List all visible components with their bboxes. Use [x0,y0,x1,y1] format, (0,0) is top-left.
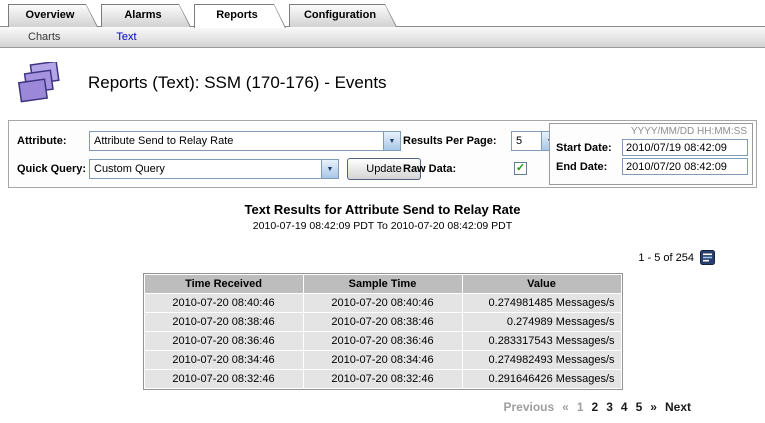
start-date-label: Start Date: [556,142,612,154]
table-row: 2010-07-20 08:36:462010-07-20 08:36:460.… [145,332,621,350]
table-row: 2010-07-20 08:32:462010-07-20 08:32:460.… [145,370,621,388]
report-query-form: Attribute: Attribute Send to Relay Rate … [8,120,757,188]
pagination-page-4[interactable]: 4 [621,400,628,414]
page-title: Reports (Text): SSM (170-176) - Events [88,73,387,93]
sample-time-cell: 2010-07-20 08:40:46 [304,294,462,312]
pagination-page-5[interactable]: 5 [636,400,643,414]
time-received-cell: 2010-07-20 08:40:46 [145,294,303,312]
pagination: Previous « 12345 » Next [0,400,691,414]
attribute-select[interactable]: Attribute Send to Relay Rate ▼ [89,131,401,151]
main-tab-bar: Overview Alarms Reports Configuration [0,0,765,27]
sample-time-cell: 2010-07-20 08:36:46 [304,332,462,350]
attribute-label: Attribute: [17,135,67,147]
end-date-label: End Date: [556,161,607,173]
export-report-icon[interactable] [700,250,715,265]
quick-query-select[interactable]: Custom Query ▼ [89,159,339,179]
results-date-range: 2010-07-19 08:42:09 PDT To 2010-07-20 08… [0,220,765,232]
value-cell: 0.291646426 Messages/s [463,370,621,388]
value-cell: 0.274981485 Messages/s [463,294,621,312]
dropdown-arrow-icon: ▼ [383,132,400,150]
tab-label: Configuration [289,4,397,27]
reports-subnav: Charts Text [0,27,765,48]
date-format-hint: YYYY/MM/DD HH:MM:SS [550,124,752,137]
attribute-select-value: Attribute Send to Relay Rate [90,132,383,150]
pagination-page-3[interactable]: 3 [606,400,613,414]
dropdown-arrow-icon: ▼ [321,160,338,178]
value-cell: 0.274989 Messages/s [463,313,621,331]
col-header-sample-time: Sample Time [304,275,462,293]
results-range-row: 1 - 5 of 254 [0,250,715,265]
tab-configuration[interactable]: Configuration [289,4,397,27]
time-received-cell: 2010-07-20 08:32:46 [145,370,303,388]
pagination-previous: Previous [503,400,554,414]
time-received-cell: 2010-07-20 08:34:46 [145,351,303,369]
tab-label: Overview [8,4,98,27]
page-header: Reports (Text): SSM (170-176) - Events [16,61,765,105]
results-table-body: 2010-07-20 08:40:462010-07-20 08:40:460.… [145,294,621,388]
tab-alarms[interactable]: Alarms [101,4,191,27]
results-table: Time Received Sample Time Value 2010-07-… [143,273,623,390]
date-range-panel: YYYY/MM/DD HH:MM:SS Start Date: End Date… [549,123,753,185]
table-row: 2010-07-20 08:40:462010-07-20 08:40:460.… [145,294,621,312]
pagination-prev-arrow-icon: « [562,400,569,414]
sample-time-cell: 2010-07-20 08:34:46 [304,351,462,369]
reports-stack-icon [16,62,62,104]
tab-label: Reports [194,4,286,27]
value-cell: 0.274982493 Messages/s [463,351,621,369]
table-row: 2010-07-20 08:38:462010-07-20 08:38:460.… [145,313,621,331]
pagination-next-arrow-icon[interactable]: » [650,400,657,414]
raw-data-label: Raw Data: [403,163,456,175]
pagination-page-current: 1 [577,400,584,414]
pagination-next[interactable]: Next [665,400,691,414]
time-received-cell: 2010-07-20 08:36:46 [145,332,303,350]
value-cell: 0.283317543 Messages/s [463,332,621,350]
raw-data-checkbox[interactable] [514,162,527,175]
sample-time-cell: 2010-07-20 08:32:46 [304,370,462,388]
quick-query-select-value: Custom Query [90,160,321,178]
sample-time-cell: 2010-07-20 08:38:46 [304,313,462,331]
table-row: 2010-07-20 08:34:462010-07-20 08:34:460.… [145,351,621,369]
results-range-text: 1 - 5 of 254 [638,252,694,264]
tab-label: Alarms [101,4,191,27]
quick-query-label: Quick Query: [17,163,86,175]
time-received-cell: 2010-07-20 08:38:46 [145,313,303,331]
col-header-value: Value [463,275,621,293]
table-header-row: Time Received Sample Time Value [145,275,621,293]
tab-reports[interactable]: Reports [194,4,286,28]
end-date-input[interactable] [622,158,748,175]
col-header-time-received: Time Received [145,275,303,293]
subnav-item-text[interactable]: Text [116,31,136,43]
pagination-page-2[interactable]: 2 [592,400,599,414]
results-per-page-value: 5 [512,132,541,150]
results-title: Text Results for Attribute Send to Relay… [0,202,765,217]
tab-overview[interactable]: Overview [8,4,98,27]
start-date-input[interactable] [622,139,748,156]
subnav-item-charts[interactable]: Charts [28,31,60,43]
results-per-page-label: Results Per Page: [403,135,497,147]
